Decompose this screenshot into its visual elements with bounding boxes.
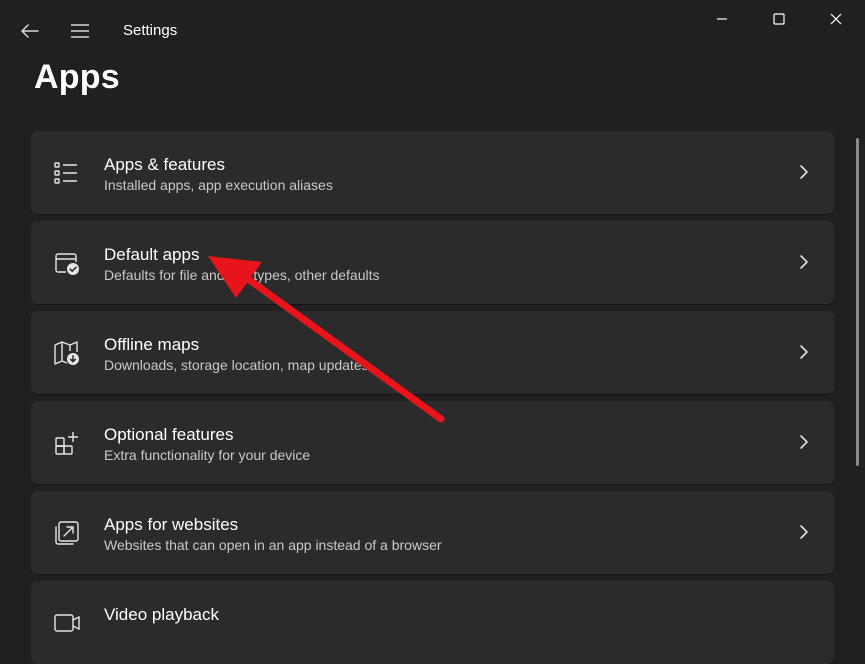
card-subtitle: Installed apps, app execution aliases xyxy=(104,177,333,193)
minimize-button[interactable] xyxy=(700,4,744,34)
chevron-right-icon xyxy=(800,435,808,449)
card-title: Apps for websites xyxy=(104,515,239,534)
card-subtitle: Extra functionality for your device xyxy=(104,447,311,463)
chevron-right-icon xyxy=(800,255,808,269)
chevron-right-icon xyxy=(800,525,808,539)
add-grid-icon xyxy=(55,432,78,455)
card-title: Optional features xyxy=(104,425,234,444)
card-title: Default apps xyxy=(104,245,200,264)
video-playback-card[interactable]: Video playback xyxy=(31,581,834,664)
card-title: Video playback xyxy=(104,605,219,624)
chevron-right-icon xyxy=(800,345,808,359)
back-arrow-icon xyxy=(21,24,39,38)
map-download-icon xyxy=(54,341,79,365)
card-subtitle: Websites that can open in an app instead… xyxy=(104,537,442,553)
back-button[interactable] xyxy=(14,16,46,46)
card-title: Apps & features xyxy=(104,155,225,174)
open-in-app-icon xyxy=(55,521,79,545)
default-apps-card[interactable]: Default apps Defaults for file and link … xyxy=(31,221,834,304)
card-title: Offline maps xyxy=(104,335,200,354)
hamburger-icon xyxy=(71,24,89,38)
offline-maps-card[interactable]: Offline maps Downloads, storage location… xyxy=(31,311,834,394)
list-icon xyxy=(54,162,77,184)
chevron-right-icon xyxy=(800,165,808,179)
minimize-icon xyxy=(717,18,727,20)
apps-for-websites-card[interactable]: Apps for websites Websites that can open… xyxy=(31,491,834,574)
video-icon xyxy=(54,614,80,632)
card-subtitle: Defaults for file and link types, other … xyxy=(104,267,380,283)
maximize-button[interactable] xyxy=(757,4,801,34)
card-subtitle: Downloads, storage location, map updates xyxy=(104,357,369,373)
navigation-menu-button[interactable] xyxy=(64,16,96,46)
maximize-icon xyxy=(773,13,785,25)
title-bar: Settings xyxy=(0,0,865,60)
app-title: Settings xyxy=(123,22,178,39)
page-title: Apps xyxy=(34,58,120,96)
close-icon xyxy=(830,13,842,25)
optional-features-card[interactable]: Optional features Extra functionality fo… xyxy=(31,401,834,484)
close-button[interactable] xyxy=(814,4,858,34)
apps-features-card[interactable]: Apps & features Installed apps, app exec… xyxy=(31,131,834,214)
default-apps-icon xyxy=(55,253,79,275)
scrollbar[interactable] xyxy=(856,138,859,466)
